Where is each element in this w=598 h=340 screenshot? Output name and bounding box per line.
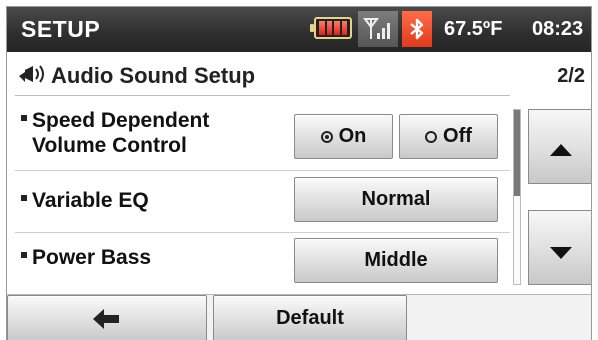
- variable-eq-button[interactable]: Normal: [294, 177, 498, 222]
- battery-icon: [310, 17, 352, 39]
- radio-unselected-icon: [425, 130, 438, 143]
- variable-eq-value: Normal: [361, 188, 431, 210]
- setting-label-text: Variable EQ: [32, 189, 149, 212]
- row-divider: [15, 232, 510, 233]
- scroll-down-button[interactable]: [528, 210, 591, 285]
- option-off-button[interactable]: Off: [399, 114, 498, 159]
- row-divider: [15, 170, 510, 171]
- option-on-label: On: [338, 125, 367, 147]
- power-bass-button[interactable]: Middle: [294, 238, 498, 283]
- bullet-icon: [21, 195, 27, 202]
- default-label: Default: [276, 307, 344, 329]
- setting-label-speed-dependent-volume: Speed Dependent Volume Control: [21, 108, 209, 158]
- scrollbar[interactable]: [513, 109, 521, 285]
- option-off-label: Off: [443, 125, 472, 147]
- setting-label-line2: Volume Control: [32, 134, 187, 157]
- bluetooth-icon: [402, 11, 432, 47]
- page-indicator: 2/2: [557, 65, 585, 87]
- clock: 08:23: [532, 18, 584, 40]
- setup-screen: SETUP 67.5ºF 08:23 Audio Sound Setup 2/2…: [6, 6, 592, 340]
- screen-title: SETUP: [21, 16, 101, 42]
- setting-label-text: Power Bass: [32, 246, 152, 269]
- status-bar: SETUP 67.5ºF 08:23: [7, 7, 591, 52]
- back-button[interactable]: [7, 295, 207, 340]
- setting-label-line1: Speed Dependent: [32, 109, 210, 132]
- footer-bar: Default: [7, 294, 591, 340]
- temperature-readout: 67.5ºF: [444, 18, 503, 40]
- radio-selected-icon: [320, 130, 333, 143]
- header-divider: [15, 95, 510, 96]
- triangle-down-icon: [550, 247, 572, 259]
- scrollbar-thumb[interactable]: [514, 110, 520, 196]
- power-bass-value: Middle: [364, 249, 428, 271]
- setting-label-power-bass: Power Bass: [21, 245, 151, 270]
- bullet-icon: [21, 115, 27, 122]
- triangle-up-icon: [550, 144, 572, 156]
- bullet-icon: [21, 252, 27, 259]
- page-header: Audio Sound Setup 2/2: [7, 52, 591, 95]
- signal-icon: [358, 11, 398, 47]
- back-arrow-icon: [93, 308, 119, 329]
- page-title: Audio Sound Setup: [51, 63, 256, 88]
- scroll-up-button[interactable]: [528, 109, 591, 184]
- default-button[interactable]: Default: [213, 295, 407, 340]
- setting-label-variable-eq: Variable EQ: [21, 188, 149, 213]
- option-on-button[interactable]: On: [294, 114, 393, 159]
- speaker-icon: [17, 64, 47, 89]
